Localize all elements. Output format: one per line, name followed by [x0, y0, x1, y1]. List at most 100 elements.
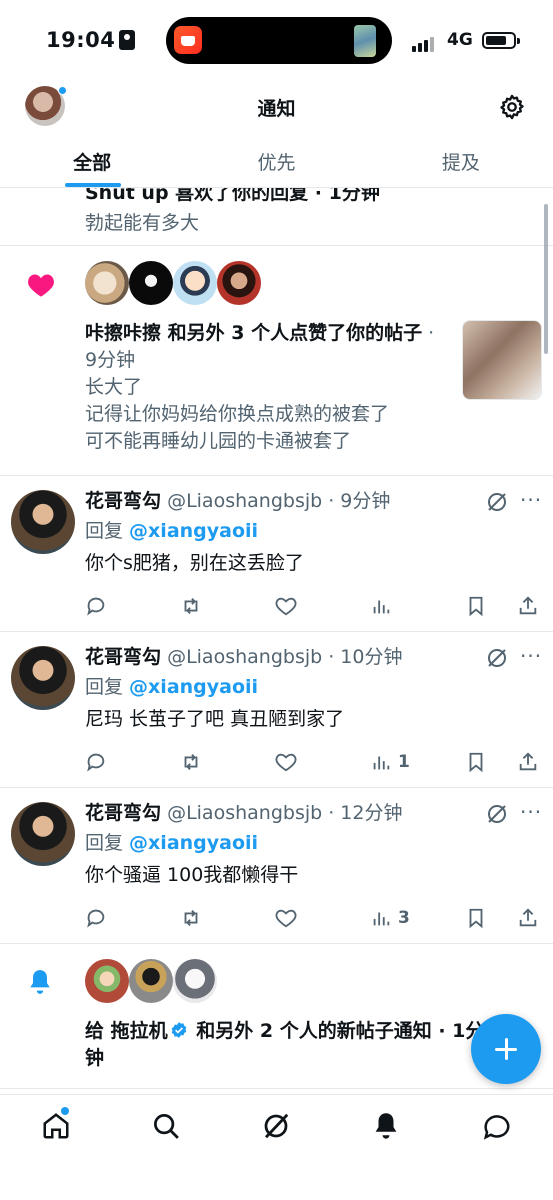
bookmark-icon: [469, 752, 483, 773]
notification-item[interactable]: 给 拖拉机 和另外 2 个人的新帖子通知 · 1分钟: [0, 944, 553, 1089]
notifications-feed[interactable]: Shut up 喜欢了你的回复 · 1分钟 勃起能有多大 咔擦咔擦 和另外 3 …: [0, 188, 553, 1094]
mention-link[interactable]: @xiangyaoii: [129, 832, 258, 854]
avatar[interactable]: [85, 261, 129, 305]
avatar[interactable]: [217, 261, 261, 305]
bookmark-button[interactable]: [465, 592, 487, 620]
avatar[interactable]: [85, 959, 129, 1003]
reply-context: 回复 @xiangyaoii: [85, 676, 259, 698]
reply-header: 花哥弯勾 @Liaoshangbsjb · 12分钟: [85, 800, 402, 827]
notification-post-text: 勃起能有多大: [85, 212, 200, 234]
grok-icon[interactable]: [485, 490, 509, 514]
share-icon: [519, 908, 537, 927]
reply-item[interactable]: 花哥弯勾 @Liaoshangbsjb · 9分钟 ··· 回复 @xiangy…: [0, 476, 553, 632]
views-button[interactable]: [370, 592, 398, 620]
notification-summary: 咔擦咔擦 和另外 3 个人点赞了你的帖子: [85, 322, 423, 344]
timestamp: · 10分钟: [322, 646, 403, 668]
notification-body: 咔擦咔擦 和另外 3 个人点赞了你的帖子 · 9分钟 长大了 记得让你妈妈给你换…: [85, 320, 450, 455]
status-bar: 19:04 4G: [0, 0, 553, 80]
compose-button[interactable]: [471, 1014, 541, 1084]
avatar[interactable]: [11, 646, 75, 710]
mention-link[interactable]: @xiangyaoii: [129, 676, 258, 698]
avatar[interactable]: [173, 261, 217, 305]
reply-button[interactable]: [85, 748, 107, 776]
notification-item[interactable]: 咔擦咔擦 和另外 3 个人点赞了你的帖子 · 9分钟 长大了 记得让你妈妈给你换…: [0, 246, 553, 476]
dynamic-island[interactable]: [166, 17, 392, 64]
post-image-thumbnail[interactable]: [462, 320, 542, 400]
like-button[interactable]: [275, 748, 297, 776]
notification-summary: 给 拖拉机 和另外 2 个人的新帖子通知 · 1分钟: [85, 1020, 485, 1069]
more-options-icon[interactable]: ···: [520, 488, 542, 512]
notification-item[interactable]: Shut up 喜欢了你的回复 · 1分钟 勃起能有多大: [0, 188, 553, 246]
views-chart-icon: [373, 756, 390, 770]
grok-icon[interactable]: [485, 802, 509, 826]
bookmark-button[interactable]: [465, 748, 487, 776]
reply-header: 花哥弯勾 @Liaoshangbsjb · 10分钟: [85, 644, 402, 671]
reply-button[interactable]: [85, 904, 107, 932]
share-button[interactable]: [517, 748, 539, 776]
share-icon: [519, 596, 537, 615]
author-handle[interactable]: @Liaoshangbsjb: [167, 490, 322, 512]
repost-icon: [184, 910, 198, 926]
avatar[interactable]: [129, 959, 173, 1003]
share-button[interactable]: [517, 592, 539, 620]
views-chart-icon: [373, 912, 390, 926]
comment-icon: [87, 909, 105, 928]
repost-button[interactable]: [180, 904, 202, 932]
home-icon[interactable]: [41, 1111, 71, 1141]
bell-icon: [30, 970, 50, 994]
post-text-line: 长大了: [85, 376, 143, 398]
like-button[interactable]: [275, 904, 297, 932]
search-icon[interactable]: [151, 1111, 181, 1141]
active-tab-indicator: [65, 183, 121, 187]
grok-icon[interactable]: [485, 646, 509, 670]
tab-mentions[interactable]: 提及: [369, 136, 553, 187]
more-options-icon[interactable]: ···: [520, 644, 542, 668]
views-count: 1: [398, 752, 410, 772]
messages-icon[interactable]: [482, 1111, 512, 1141]
reply-button[interactable]: [85, 592, 107, 620]
share-button[interactable]: [517, 904, 539, 932]
scrollbar[interactable]: [544, 204, 548, 354]
repost-icon: [184, 598, 198, 614]
views-button[interactable]: 1: [370, 748, 410, 776]
author-handle[interactable]: @Liaoshangbsjb: [167, 646, 322, 668]
author-name[interactable]: 花哥弯勾: [85, 646, 161, 668]
action-bar: 1: [85, 748, 545, 776]
like-button[interactable]: [275, 592, 297, 620]
bookmark-button[interactable]: [465, 904, 487, 932]
author-handle[interactable]: @Liaoshangbsjb: [167, 802, 322, 824]
grok-icon[interactable]: [261, 1111, 291, 1141]
heart-outline-icon: [275, 597, 297, 616]
avatar[interactable]: [11, 802, 75, 866]
battery-icon: [482, 32, 520, 49]
more-options-icon[interactable]: ···: [520, 800, 542, 824]
reply-context: 回复 @xiangyaoii: [85, 520, 259, 542]
reply-text: 尼玛 长茧子了吧 真丑陋到家了: [85, 708, 345, 730]
verified-badge-icon: [171, 1022, 186, 1038]
avatar[interactable]: [11, 490, 75, 554]
tab-verified[interactable]: 优先: [184, 136, 368, 187]
post-text-line: 记得让你妈妈给你换点成熟的被套了: [85, 403, 390, 425]
reply-item[interactable]: 花哥弯勾 @Liaoshangbsjb · 10分钟 ··· 回复 @xiang…: [0, 632, 553, 788]
heart-outline-icon: [275, 753, 297, 772]
mention-link[interactable]: @xiangyaoii: [129, 520, 258, 542]
share-icon: [519, 752, 537, 771]
reply-text: 你个s肥猪，别在这丢脸了: [85, 552, 304, 574]
reply-context: 回复 @xiangyaoii: [85, 832, 259, 854]
bell-icon[interactable]: [371, 1111, 401, 1141]
reply-item[interactable]: 花哥弯勾 @Liaoshangbsjb · 12分钟 ··· 回复 @xiang…: [0, 788, 553, 944]
author-name[interactable]: 花哥弯勾: [85, 490, 161, 512]
post-text-line: 可不能再睡幼儿园的卡通被套了: [85, 430, 352, 452]
views-chart-icon: [373, 600, 390, 614]
avatar[interactable]: [173, 959, 217, 1003]
tab-all[interactable]: 全部: [0, 136, 184, 187]
views-button[interactable]: 3: [370, 904, 410, 932]
id-card-icon: [119, 30, 136, 50]
comment-icon: [87, 597, 105, 616]
repost-button[interactable]: [180, 748, 202, 776]
settings-gear-icon[interactable]: [498, 93, 526, 121]
notification-summary: Shut up 喜欢了你的回复 · 1分钟: [85, 188, 380, 204]
avatar[interactable]: [129, 261, 173, 305]
author-name[interactable]: 花哥弯勾: [85, 802, 161, 824]
repost-button[interactable]: [180, 592, 202, 620]
